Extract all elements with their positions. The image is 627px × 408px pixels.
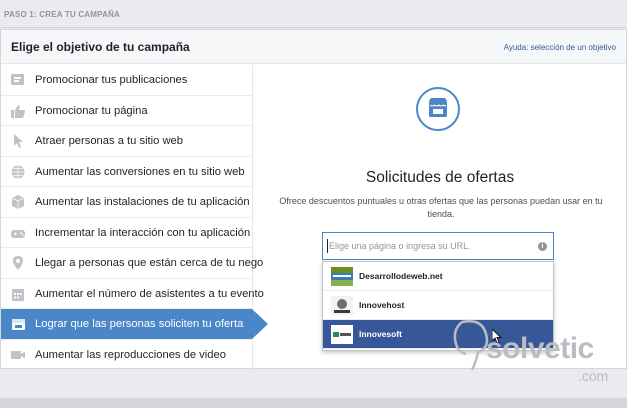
bottom-bar — [0, 398, 627, 408]
objective-label: Promocionar tu página — [35, 104, 148, 117]
step-header: PASO 1: CREA TU CAMPAÑA — [0, 0, 627, 28]
objective-item-local-awareness[interactable]: Llegar a personas que están cerca de tu … — [1, 248, 263, 279]
calendar-icon — [12, 288, 24, 301]
detail-title: Solicitudes de ofertas — [365, 169, 515, 186]
objective-label: Aumentar las reproducciones de video — [35, 348, 226, 361]
objective-item-app-engagement[interactable]: Incrementar la interacción con tu aplica… — [1, 218, 252, 248]
info-icon[interactable]: i — [538, 242, 547, 251]
objective-item-event-responses[interactable]: Aumentar el número de asistentes a tu ev… — [1, 279, 264, 309]
objective-label: Lograr que las personas soliciten tu ofe… — [35, 318, 244, 330]
cursor-icon — [14, 134, 23, 148]
help-link[interactable]: Ayuda: selección de un objetivo — [504, 43, 616, 52]
objective-item-promote-posts[interactable]: Promocionar tus publicaciones — [1, 65, 252, 96]
page-thumbnail — [331, 296, 353, 315]
video-camera-icon — [11, 350, 25, 359]
objective-label: Incrementar la interacción con tu aplica… — [35, 226, 251, 239]
panel-title: Elige el objetivo de tu campaña — [11, 40, 190, 54]
detail-description: Ofrece descuentos puntuales u otras ofer… — [279, 196, 603, 219]
step-label: PASO 1: CREA TU CAMPAÑA — [4, 10, 121, 19]
suggestion-label: Innovesoft — [359, 329, 402, 339]
objective-label: Aumentar las instalaciones de tu aplicac… — [35, 196, 250, 208]
objective-item-video-views[interactable]: Aumentar las reproducciones de video — [1, 340, 252, 370]
page-thumbnail — [331, 325, 353, 344]
solvetic-watermark: solvetic .com — [448, 318, 623, 388]
objective-label: Llegar a personas que están cerca de tu … — [35, 257, 264, 269]
page-url-input[interactable] — [329, 239, 529, 253]
box-icon — [11, 195, 25, 209]
thumbs-up-icon — [11, 104, 25, 118]
gamepad-icon — [11, 229, 25, 238]
page-thumbnail — [331, 267, 353, 286]
objective-label: Promocionar tus publicaciones — [35, 74, 188, 86]
suggestion-item-innovehost[interactable]: Innovehost — [323, 291, 553, 320]
objective-item-offer-claims[interactable]: Lograr que las personas soliciten tu ofe… — [1, 309, 268, 340]
panel-header: Elige el objetivo de tu campaña Ayuda: s… — [1, 30, 626, 64]
location-pin-icon — [13, 256, 23, 270]
objective-item-website-traffic[interactable]: Atraer personas a tu sitio web — [1, 126, 252, 157]
suggestion-item-desarrollodeweb[interactable]: Desarrollodeweb.net — [323, 262, 553, 291]
objective-label: Aumentar las conversiones en tu sitio we… — [35, 165, 245, 178]
objective-label: Atraer personas a tu sitio web — [35, 135, 183, 147]
objective-list: Promocionar tus publicaciones Promociona… — [1, 65, 268, 370]
text-caret — [327, 239, 328, 253]
page-url-field[interactable]: i — [322, 232, 554, 260]
offer-store-icon — [416, 87, 460, 131]
objective-label: Aumentar el número de asistentes a tu ev… — [35, 287, 264, 300]
suggestion-label: Innovehost — [359, 300, 405, 310]
watermark-suffix: .com — [578, 368, 609, 384]
objective-item-app-installs[interactable]: Aumentar las instalaciones de tu aplicac… — [1, 187, 252, 218]
suggestion-label: Desarrollodeweb.net — [359, 271, 443, 281]
objective-item-promote-page[interactable]: Promocionar tu página — [1, 96, 252, 126]
watermark-text: solvetic — [486, 332, 594, 365]
globe-icon — [11, 165, 25, 178]
store-icon — [12, 319, 25, 330]
megaphone-icon — [11, 74, 24, 85]
objective-item-website-conversions[interactable]: Aumentar las conversiones en tu sitio we… — [1, 157, 252, 187]
